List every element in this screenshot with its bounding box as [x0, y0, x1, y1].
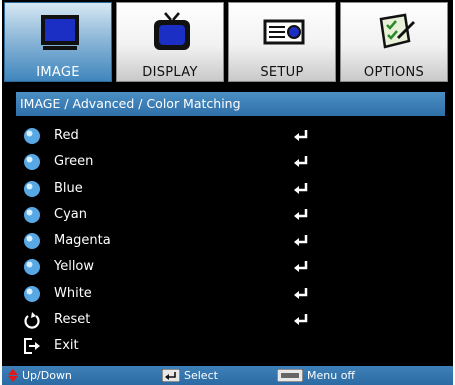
menu-item-label: White	[54, 285, 92, 301]
hint-select-label: Select	[184, 369, 218, 382]
menu-item-magenta[interactable]: Magenta	[16, 228, 445, 254]
tab-label: IMAGE	[36, 65, 80, 80]
tab-image[interactable]: IMAGE	[4, 2, 112, 82]
menu-item-label: Cyan	[54, 206, 87, 222]
enter-icon	[294, 261, 308, 273]
breadcrumb: IMAGE / Advanced / Color Matching	[16, 92, 445, 116]
enter-icon	[294, 130, 308, 141]
tv-icon	[154, 12, 190, 50]
reset-icon	[24, 312, 40, 329]
menu-item-label: Exit	[54, 338, 79, 354]
updown-arrow-icon	[8, 369, 18, 382]
tab-bar: IMAGE DISPLAY SETUP OPTIONS	[2, 0, 453, 84]
enter-key-icon	[162, 369, 180, 382]
hint-updown-label: Up/Down	[22, 369, 72, 382]
hint-menu-off-label: Menu off	[307, 369, 356, 382]
menu-item-green[interactable]: Green	[16, 149, 445, 175]
projector-icon	[263, 19, 305, 45]
menu-item-label: Magenta	[54, 233, 111, 249]
footer-hint-bar: Up/Down Select Menu off	[2, 366, 453, 385]
exit-icon	[24, 338, 40, 355]
monitor-icon	[41, 15, 79, 50]
tab-label: SETUP	[260, 65, 304, 80]
menu-item-white[interactable]: White	[16, 281, 445, 307]
menu-key-icon	[277, 369, 303, 382]
menu-item-exit[interactable]: Exit	[16, 333, 445, 359]
menu-item-label: Reset	[54, 312, 91, 328]
color-dot-icon	[24, 128, 40, 144]
menu-list: Red Green Blue Cyan Magenta Yellow White…	[16, 123, 445, 360]
menu-item-label: Green	[54, 154, 94, 170]
menu-item-reset[interactable]: Reset	[16, 307, 445, 333]
color-dot-icon	[24, 233, 40, 250]
tab-options[interactable]: OPTIONS	[340, 2, 448, 82]
menu-item-label: Red	[54, 128, 79, 143]
tab-label: DISPLAY	[142, 65, 198, 80]
enter-icon	[294, 156, 308, 168]
enter-icon	[294, 182, 308, 194]
enter-icon	[294, 314, 308, 326]
color-dot-icon	[24, 285, 40, 302]
menu-item-label: Yellow	[54, 259, 95, 275]
color-dot-icon	[24, 180, 40, 197]
tab-label: OPTIONS	[363, 65, 425, 80]
color-dot-icon	[24, 259, 40, 276]
enter-icon	[294, 208, 308, 220]
menu-item-cyan[interactable]: Cyan	[16, 202, 445, 228]
color-dot-icon	[24, 154, 40, 171]
menu-item-blue[interactable]: Blue	[16, 176, 445, 202]
menu-item-label: Blue	[54, 180, 83, 196]
menu-item-yellow[interactable]: Yellow	[16, 254, 445, 280]
options-icon	[379, 13, 415, 49]
tab-setup[interactable]: SETUP	[228, 2, 336, 82]
color-dot-icon	[24, 206, 40, 223]
enter-icon	[294, 287, 308, 299]
menu-item-red[interactable]: Red	[16, 123, 445, 149]
tab-display[interactable]: DISPLAY	[116, 2, 224, 82]
enter-icon	[294, 235, 308, 247]
osd-menu: IMAGE DISPLAY SETUP OPTIONS IMAGE / Adva…	[2, 0, 453, 385]
